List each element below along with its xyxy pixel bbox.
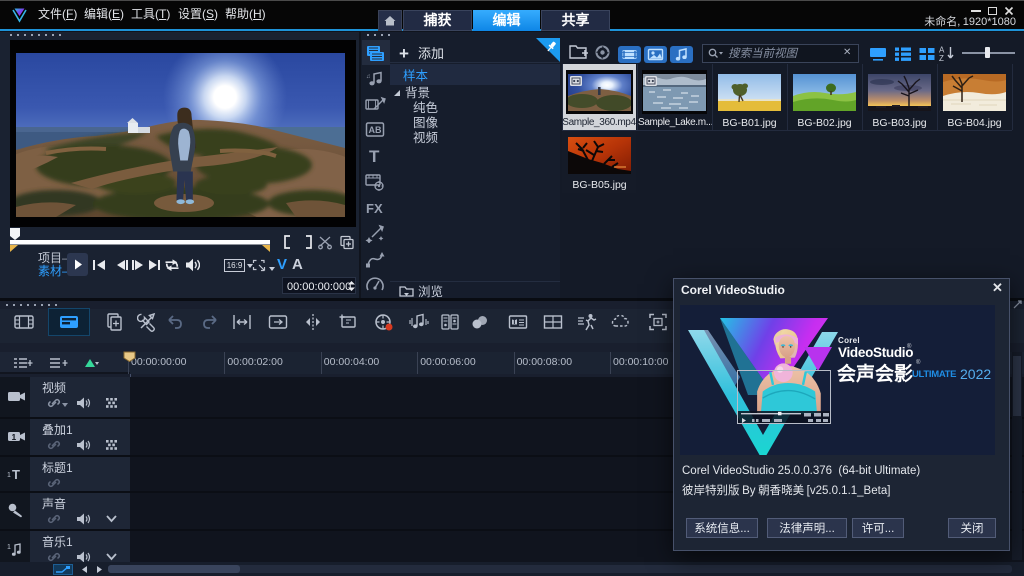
- svg-text:B: B: [375, 125, 382, 135]
- svg-text:T: T: [369, 147, 380, 165]
- svg-text:1: 1: [7, 544, 11, 551]
- svg-text:T: T: [12, 467, 20, 481]
- svg-text:♫: ♫: [366, 74, 371, 80]
- svg-text:1: 1: [7, 472, 11, 479]
- svg-text:FX: FX: [366, 201, 383, 216]
- svg-text:T: T: [512, 319, 517, 326]
- svg-text:1: 1: [12, 432, 17, 442]
- svg-text:Z: Z: [939, 54, 944, 62]
